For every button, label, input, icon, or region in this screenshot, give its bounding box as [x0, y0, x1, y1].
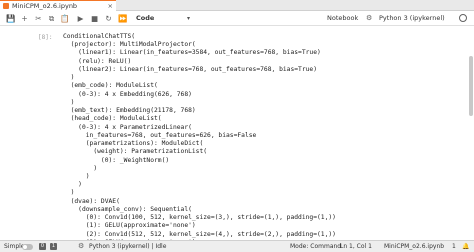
output-line: (emb_text): Embedding(21178, 768) — [63, 107, 196, 115]
scrollbar[interactable] — [469, 56, 473, 116]
cursor-position[interactable]: Ln 1, Col 1 — [340, 243, 372, 250]
output-line: ) — [63, 164, 98, 172]
output-line: (parametrizations): ModuleDict( — [63, 140, 204, 148]
notebook-label[interactable]: Notebook — [327, 14, 358, 22]
notebook-panel: [8]: ConditionalChatTTS( (projector): Mu… — [0, 26, 474, 240]
close-tab-icon[interactable]: × — [108, 2, 113, 10]
output-line: ) — [63, 74, 75, 82]
output-line: (2): Conv1d(512, 512, kernel_size=(4,), … — [63, 230, 336, 238]
output-line: (dvae): DVAE( — [63, 197, 120, 205]
output-line: (head_code): ModuleList( — [63, 115, 162, 123]
toggle-knob — [23, 245, 27, 249]
output-line: (projector): MultiModalProjector( — [63, 41, 196, 49]
output-line: (emb_code): ModuleList( — [63, 82, 158, 90]
chevron-down-icon: ▾ — [186, 14, 190, 22]
copy-icon[interactable]: ⧉ — [47, 14, 56, 23]
terminal-count-badge[interactable]: 0 — [39, 243, 46, 250]
output-line: ) — [63, 172, 90, 180]
kernel-count-badge[interactable]: 1 — [50, 243, 57, 250]
simple-mode-toggle[interactable] — [22, 244, 33, 250]
tab-title: MiniCPM_o2.6.ipynb — [12, 2, 78, 10]
output-line: (linear2): Linear(in_features=768, out_f… — [63, 65, 318, 73]
output-line: (0): _WeightNorm() — [63, 156, 170, 164]
gear-icon[interactable]: ⚙ — [78, 242, 84, 250]
save-icon[interactable]: 💾 — [6, 14, 15, 23]
kernel-name[interactable]: Python 3 (ipykernel) — [379, 14, 445, 22]
notebook-icon — [3, 3, 9, 9]
output-line: (downsample_conv): Sequential( — [63, 205, 192, 213]
output-line: in_features=768, out_features=626, bias=… — [63, 131, 257, 139]
output-line: ) — [63, 98, 75, 106]
cell-prompt: [8]: — [38, 34, 53, 41]
tab-bar: MiniCPM_o2.6.ipynb × — [0, 0, 474, 11]
cell-type-value: Code — [136, 14, 155, 22]
cut-icon[interactable]: ✂ — [34, 14, 43, 23]
paste-icon[interactable]: 📋 — [60, 14, 69, 23]
add-cell-icon[interactable]: + — [20, 14, 29, 23]
bell-icon[interactable]: 🔔 — [462, 243, 469, 250]
notebook-toolbar: 💾 + ✂ ⧉ 📋 ▶ ■ ↻ ⏩ Code ▾ Notebook ⚙ Pyth… — [0, 11, 474, 26]
restart-icon[interactable]: ↻ — [104, 14, 113, 23]
output-line: ConditionalChatTTS( — [63, 33, 136, 40]
output-line: (linear1): Linear(in_features=3584, out_… — [63, 49, 321, 57]
kernel-status-icon — [459, 14, 467, 22]
output-line: (relu): ReLU() — [63, 57, 132, 65]
status-filename: MiniCPM_o2.6.ipynb — [384, 243, 445, 250]
output-line: (1): GELU(approximate='none') — [63, 222, 196, 230]
debugger-icon[interactable]: ⚙ — [366, 14, 372, 22]
output-line: ) — [63, 189, 75, 197]
output-line: (0): Conv1d(100, 512, kernel_size=(3,), … — [63, 214, 336, 222]
output-line: (0-3): 4 x Embedding(626, 768) — [63, 90, 192, 98]
output-line: (weight): ParametrizationList( — [63, 148, 208, 156]
status-bar: Simple 0 1 ⚙ Python 3 (ipykernel) | Idle… — [0, 240, 474, 252]
notifications-count[interactable]: 1 — [452, 243, 456, 250]
notebook-tab[interactable]: MiniCPM_o2.6.ipynb × — [0, 0, 116, 11]
command-mode: Mode: Command — [290, 243, 342, 250]
stop-icon[interactable]: ■ — [90, 14, 99, 23]
cell-type-select[interactable]: Code ▾ — [136, 13, 194, 23]
run-all-icon[interactable]: ⏩ — [118, 14, 127, 23]
cell-output: ConditionalChatTTS( (projector): MultiMo… — [63, 33, 336, 240]
output-line: ) — [63, 181, 82, 189]
run-icon[interactable]: ▶ — [76, 14, 85, 23]
kernel-status[interactable]: Python 3 (ipykernel) | Idle — [89, 243, 166, 250]
output-line: (0-3): 4 x ParametrizedLinear( — [63, 123, 192, 131]
